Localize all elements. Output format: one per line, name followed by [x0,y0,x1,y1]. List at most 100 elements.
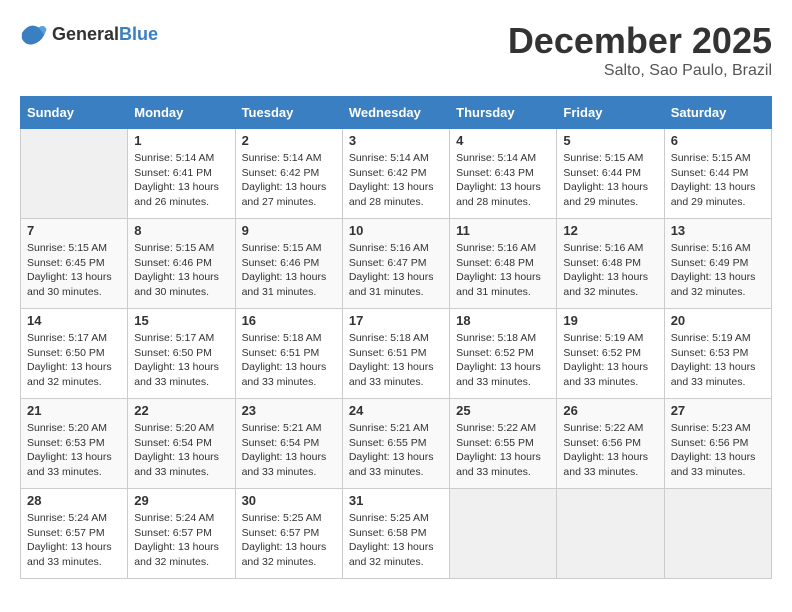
day-info: Sunrise: 5:15 AMSunset: 6:45 PMDaylight:… [27,241,121,300]
calendar-cell: 24Sunrise: 5:21 AMSunset: 6:55 PMDayligh… [342,399,449,489]
day-number: 14 [27,313,121,328]
day-info: Sunrise: 5:14 AMSunset: 6:41 PMDaylight:… [134,151,228,210]
day-number: 21 [27,403,121,418]
calendar-cell: 8 Sunrise: 5:15 AMSunset: 6:46 PMDaylight… [128,219,235,309]
day-number: 12 [563,223,657,238]
title-area: December 2025 Salto, Sao Paulo, Brazil [508,20,772,80]
calendar-cell: 29 Sunrise: 5:24 AMSunset: 6:57 PMDayligh… [128,489,235,579]
day-info: Sunrise: 5:25 AMSunset: 6:58 PMDaylight:… [349,511,443,570]
day-info: Sunrise: 5:16 AMSunset: 6:49 PMDaylight:… [671,241,765,300]
calendar-cell: 13 Sunrise: 5:16 AMSunset: 6:49 PMDayligh… [664,219,771,309]
location-title: Salto, Sao Paulo, Brazil [508,62,772,80]
day-number: 20 [671,313,765,328]
day-number: 6 [671,133,765,148]
day-info: Sunrise: 5:22 AMSunset: 6:55 PMDaylight:… [456,421,550,480]
calendar-cell: 12 Sunrise: 5:16 AMSunset: 6:48 PMDayligh… [557,219,664,309]
day-header-friday: Friday [557,97,664,129]
day-info: Sunrise: 5:20 AMSunset: 6:54 PMDaylight:… [134,421,228,480]
day-number: 23 [242,403,336,418]
day-number: 13 [671,223,765,238]
calendar-week-5: 28 Sunrise: 5:24 AMSunset: 6:57 PMDayligh… [21,489,772,579]
day-info: Sunrise: 5:24 AMSunset: 6:57 PMDaylight:… [134,511,228,570]
calendar-week-2: 7 Sunrise: 5:15 AMSunset: 6:45 PMDaylight… [21,219,772,309]
day-info: Sunrise: 5:16 AMSunset: 6:47 PMDaylight:… [349,241,443,300]
calendar-cell: 22 Sunrise: 5:20 AMSunset: 6:54 PMDayligh… [128,399,235,489]
calendar-cell: 4Sunrise: 5:14 AMSunset: 6:43 PMDaylight… [450,129,557,219]
day-number: 7 [27,223,121,238]
day-info: Sunrise: 5:14 AMSunset: 6:42 PMDaylight:… [349,151,443,210]
day-number: 18 [456,313,550,328]
logo-blue-text: Blue [119,24,158,44]
day-number: 22 [134,403,228,418]
day-header-monday: Monday [128,97,235,129]
logo-icon [20,20,48,48]
calendar-cell: 19Sunrise: 5:19 AMSunset: 6:52 PMDayligh… [557,309,664,399]
day-info: Sunrise: 5:22 AMSunset: 6:56 PMDaylight:… [563,421,657,480]
month-title: December 2025 [508,20,772,62]
calendar-week-4: 21 Sunrise: 5:20 AMSunset: 6:53 PMDayligh… [21,399,772,489]
day-info: Sunrise: 5:18 AMSunset: 6:52 PMDaylight:… [456,331,550,390]
day-info: Sunrise: 5:25 AMSunset: 6:57 PMDaylight:… [242,511,336,570]
day-number: 5 [563,133,657,148]
day-number: 26 [563,403,657,418]
day-number: 9 [242,223,336,238]
calendar-cell: 1Sunrise: 5:14 AMSunset: 6:41 PMDaylight… [128,129,235,219]
calendar-cell: 18 Sunrise: 5:18 AMSunset: 6:52 PMDayligh… [450,309,557,399]
calendar-cell: 27 Sunrise: 5:23 AMSunset: 6:56 PMDayligh… [664,399,771,489]
calendar-week-1: 1Sunrise: 5:14 AMSunset: 6:41 PMDaylight… [21,129,772,219]
calendar-cell: 14 Sunrise: 5:17 AMSunset: 6:50 PMDayligh… [21,309,128,399]
day-info: Sunrise: 5:16 AMSunset: 6:48 PMDaylight:… [456,241,550,300]
day-number: 30 [242,493,336,508]
calendar-cell: 31 Sunrise: 5:25 AMSunset: 6:58 PMDayligh… [342,489,449,579]
calendar-cell [664,489,771,579]
day-number: 28 [27,493,121,508]
calendar-cell: 23 Sunrise: 5:21 AMSunset: 6:54 PMDayligh… [235,399,342,489]
day-number: 2 [242,133,336,148]
calendar-cell: 26 Sunrise: 5:22 AMSunset: 6:56 PMDayligh… [557,399,664,489]
logo: GeneralBlue [20,20,158,48]
day-number: 17 [349,313,443,328]
calendar-cell: 25Sunrise: 5:22 AMSunset: 6:55 PMDayligh… [450,399,557,489]
day-info: Sunrise: 5:15 AMSunset: 6:46 PMDaylight:… [242,241,336,300]
day-number: 15 [134,313,228,328]
calendar-cell: 2 Sunrise: 5:14 AMSunset: 6:42 PMDaylight… [235,129,342,219]
calendar-cell [450,489,557,579]
day-info: Sunrise: 5:15 AMSunset: 6:44 PMDaylight:… [671,151,765,210]
day-number: 10 [349,223,443,238]
day-header-sunday: Sunday [21,97,128,129]
day-info: Sunrise: 5:20 AMSunset: 6:53 PMDaylight:… [27,421,121,480]
calendar-cell: 30 Sunrise: 5:25 AMSunset: 6:57 PMDayligh… [235,489,342,579]
day-header-tuesday: Tuesday [235,97,342,129]
day-info: Sunrise: 5:23 AMSunset: 6:56 PMDaylight:… [671,421,765,480]
calendar-cell: 3Sunrise: 5:14 AMSunset: 6:42 PMDaylight… [342,129,449,219]
calendar-cell [21,129,128,219]
day-info: Sunrise: 5:21 AMSunset: 6:54 PMDaylight:… [242,421,336,480]
day-number: 31 [349,493,443,508]
calendar-cell: 5Sunrise: 5:15 AMSunset: 6:44 PMDaylight… [557,129,664,219]
day-info: Sunrise: 5:17 AMSunset: 6:50 PMDaylight:… [27,331,121,390]
day-info: Sunrise: 5:17 AMSunset: 6:50 PMDaylight:… [134,331,228,390]
day-header-wednesday: Wednesday [342,97,449,129]
calendar-table: SundayMondayTuesdayWednesdayThursdayFrid… [20,96,772,579]
logo-general-text: General [52,24,119,44]
day-info: Sunrise: 5:21 AMSunset: 6:55 PMDaylight:… [349,421,443,480]
day-number: 8 [134,223,228,238]
day-number: 27 [671,403,765,418]
day-info: Sunrise: 5:14 AMSunset: 6:42 PMDaylight:… [242,151,336,210]
day-info: Sunrise: 5:14 AMSunset: 6:43 PMDaylight:… [456,151,550,210]
calendar-cell: 16Sunrise: 5:18 AMSunset: 6:51 PMDayligh… [235,309,342,399]
day-header-thursday: Thursday [450,97,557,129]
calendar-cell: 21 Sunrise: 5:20 AMSunset: 6:53 PMDayligh… [21,399,128,489]
day-info: Sunrise: 5:24 AMSunset: 6:57 PMDaylight:… [27,511,121,570]
day-info: Sunrise: 5:15 AMSunset: 6:46 PMDaylight:… [134,241,228,300]
calendar-header-row: SundayMondayTuesdayWednesdayThursdayFrid… [21,97,772,129]
day-number: 29 [134,493,228,508]
calendar-cell: 11 Sunrise: 5:16 AMSunset: 6:48 PMDayligh… [450,219,557,309]
calendar-body: 1Sunrise: 5:14 AMSunset: 6:41 PMDaylight… [21,129,772,579]
calendar-cell [557,489,664,579]
day-info: Sunrise: 5:16 AMSunset: 6:48 PMDaylight:… [563,241,657,300]
day-number: 11 [456,223,550,238]
day-info: Sunrise: 5:19 AMSunset: 6:53 PMDaylight:… [671,331,765,390]
calendar-cell: 6 Sunrise: 5:15 AMSunset: 6:44 PMDaylight… [664,129,771,219]
day-info: Sunrise: 5:18 AMSunset: 6:51 PMDaylight:… [242,331,336,390]
